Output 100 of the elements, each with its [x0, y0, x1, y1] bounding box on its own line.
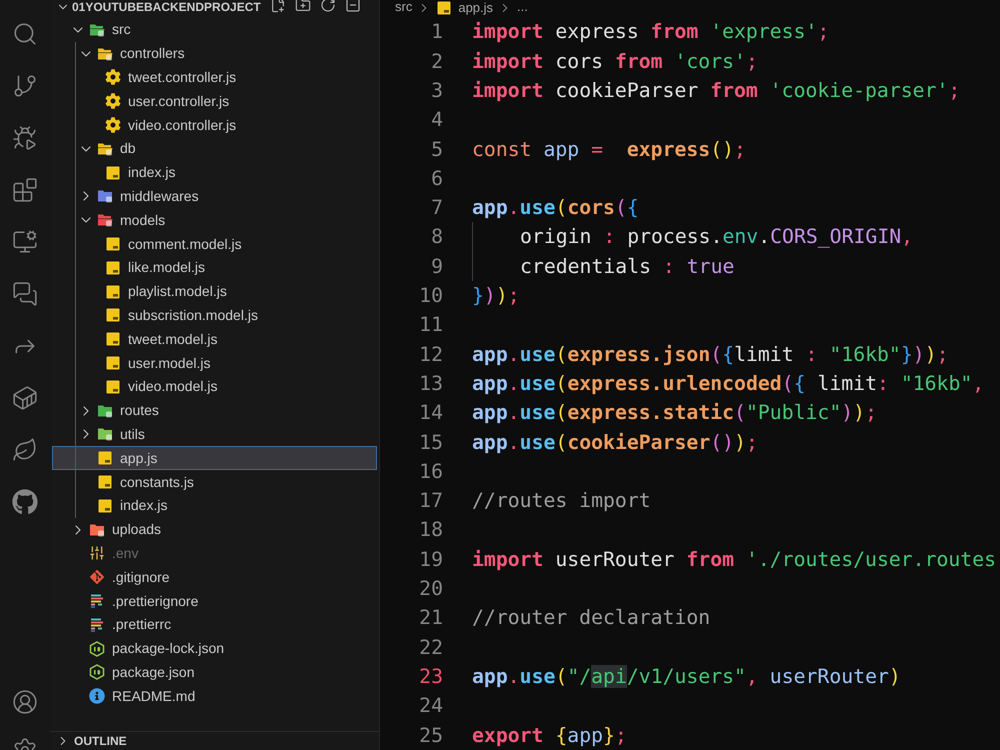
line-number: 19 [418, 546, 443, 573]
bug-play-icon[interactable] [12, 125, 38, 151]
new-file-icon[interactable] [270, 0, 286, 13]
monitor-icon[interactable] [12, 229, 38, 255]
line-number: 13 [418, 370, 443, 397]
js-file-icon [105, 236, 121, 252]
file-item[interactable]: .gitignore [52, 565, 377, 590]
search-icon[interactable] [12, 21, 38, 47]
line-number: 20 [418, 576, 443, 602]
file-item[interactable]: app.js [52, 446, 377, 470]
file-item[interactable]: video.controller.js [52, 113, 377, 137]
breadcrumb-item[interactable]: src [395, 0, 412, 14]
gear-icon [105, 117, 121, 134]
github-icon[interactable] [12, 489, 38, 515]
js-file-icon [105, 307, 121, 324]
line-number: 12 [418, 342, 443, 368]
js-file-icon [105, 355, 121, 372]
folder-item[interactable]: controllers [52, 42, 377, 66]
line-number: 11 [418, 312, 443, 338]
code-line: import express from 'express'; [472, 19, 830, 46]
file-item[interactable]: user.controller.js [52, 89, 377, 114]
line-number: 2 [430, 48, 443, 75]
js-file-icon [97, 450, 113, 466]
js-file-icon [436, 0, 452, 16]
line-number: 18 [418, 517, 443, 544]
code-line: export {app}; [472, 722, 627, 749]
leaf-icon[interactable] [12, 437, 38, 463]
code-line: const app = express(); [472, 136, 746, 163]
code-line: app.use(express.static("Public")); [472, 400, 878, 426]
code-line: })); [472, 283, 520, 310]
line-number: 7 [430, 195, 443, 222]
line-number: 8 [430, 224, 443, 250]
file-item[interactable]: index.js [52, 160, 377, 185]
line-number: 21 [418, 605, 443, 632]
gear-icon [105, 93, 121, 110]
line-number: 23 [418, 664, 443, 690]
code-line: credentials : true [520, 254, 734, 280]
line-number: 3 [430, 78, 443, 104]
file-item[interactable]: video.model.js [52, 374, 377, 399]
sliders-icon [89, 545, 105, 562]
breadcrumb-item[interactable]: app.js [436, 0, 494, 16]
line-number: 14 [418, 400, 443, 426]
breadcrumb-item[interactable]: ... [517, 0, 528, 14]
outline-header[interactable]: OUTLINE [50, 731, 379, 750]
file-item[interactable]: README.md [52, 684, 377, 708]
collapse-all-icon[interactable] [345, 0, 361, 13]
file-item[interactable]: package.json [52, 660, 377, 684]
file-item[interactable]: like.model.js [52, 256, 377, 280]
file-item[interactable]: .prettierignore [52, 589, 377, 613]
js-file-icon [97, 498, 113, 514]
striped-file-icon [89, 593, 105, 610]
folder-item[interactable]: routes [52, 398, 377, 423]
line-number: 22 [418, 634, 443, 661]
js-file-icon [105, 284, 121, 300]
code-line: //routes import [472, 488, 651, 514]
blocks-icon[interactable] [12, 177, 38, 203]
code-line: //router declaration [472, 605, 710, 632]
js-file-icon [105, 260, 121, 276]
line-number: 24 [418, 693, 443, 720]
line-number: 4 [430, 107, 443, 134]
folder-item[interactable]: db [52, 136, 377, 161]
folder-item[interactable]: src [52, 18, 377, 42]
file-item[interactable]: index.js [52, 494, 377, 518]
refresh-icon[interactable] [320, 0, 336, 13]
hexagon-icon [89, 664, 105, 680]
line-number: 9 [430, 254, 443, 280]
file-item[interactable]: .prettierrc [52, 612, 377, 637]
line-number: 1 [430, 19, 443, 46]
code-line: import cors from 'cors'; [472, 48, 758, 75]
folder-item[interactable]: middlewares [52, 184, 377, 208]
file-item[interactable]: tweet.controller.js [52, 66, 377, 90]
js-file-icon [97, 474, 113, 490]
folder-item[interactable]: utils [52, 422, 377, 446]
code-line: app.use(express.json({limit : "16kb"})); [472, 342, 949, 368]
code-line: app.use("/api/v1/users", userRouter) [472, 664, 901, 690]
line-number: 10 [418, 283, 443, 310]
branch-icon[interactable] [12, 73, 38, 99]
gear-icon [105, 69, 121, 86]
code-line: origin : process.env.CORS_ORIGIN, [520, 224, 914, 250]
code-line: import cookieParser from 'cookie-parser'; [472, 78, 960, 104]
info-icon [89, 688, 105, 704]
file-item[interactable]: subscristion.model.js [52, 304, 377, 328]
file-item[interactable]: user.model.js [52, 351, 377, 375]
chat-icon[interactable] [12, 281, 38, 307]
project-header[interactable]: 01YOUTUBEBACKENDPROJECT [56, 0, 261, 14]
box-icon[interactable] [12, 385, 38, 411]
file-item[interactable]: constants.js [52, 470, 377, 494]
new-folder-icon[interactable] [295, 0, 311, 13]
line-number: 16 [418, 458, 443, 485]
file-item[interactable]: comment.model.js [52, 232, 377, 256]
file-item[interactable]: package-lock.json [52, 636, 377, 661]
file-item[interactable]: playlist.model.js [52, 280, 377, 304]
file-item[interactable]: tweet.model.js [52, 327, 377, 352]
folder-item[interactable]: models [52, 208, 377, 232]
code-line: app.use(cookieParser()); [472, 430, 758, 456]
code-line: app.use(cors({ [472, 195, 639, 222]
folder-item[interactable]: uploads [52, 518, 377, 542]
line-number: 25 [418, 722, 443, 749]
code-line: import userRouter from './routes/user.routes [472, 546, 996, 573]
account-icon[interactable] [12, 689, 38, 715]
